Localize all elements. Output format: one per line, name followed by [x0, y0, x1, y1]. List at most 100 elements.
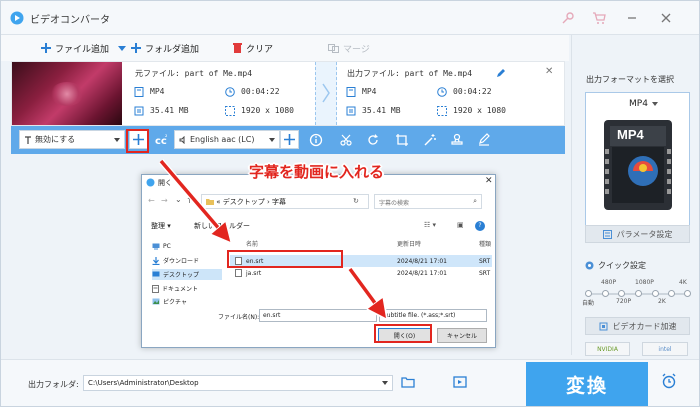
cart-icon[interactable]	[592, 11, 606, 25]
column-type[interactable]: 種類	[479, 239, 491, 248]
watermark-stamp-icon[interactable]	[450, 133, 464, 147]
clock-icon	[225, 87, 235, 97]
recent-chevron-icon[interactable]: ⌄	[175, 195, 182, 204]
output-folder-path: C:\Users\Administrator\Desktop	[88, 379, 199, 387]
subtitle-cc-icon[interactable]: cc²	[155, 133, 169, 147]
format-icon	[134, 87, 144, 97]
quality-2k: 2K	[658, 298, 666, 305]
slider-stop[interactable]	[602, 290, 609, 297]
remove-file-icon[interactable]: ✕	[545, 66, 553, 77]
instruction-callout: 字幕を動画に入れる	[249, 163, 385, 181]
nvidia-label: NVIDIA	[597, 345, 618, 353]
nav-item-downloads[interactable]: ダウンロード	[152, 255, 199, 266]
slider-stop[interactable]	[635, 290, 642, 297]
slider-stop[interactable]	[585, 290, 592, 297]
plus-icon	[41, 43, 51, 53]
browse-folder-icon[interactable]	[401, 376, 415, 388]
dialog-search-input[interactable]: 字幕の検索 ⌕	[374, 194, 482, 209]
highlight-add-subtitle	[126, 129, 149, 153]
output-format-selector[interactable]: MP4 MP4	[585, 92, 690, 240]
open-output-folder-icon[interactable]	[453, 376, 467, 388]
organize-menu[interactable]: 整理 ▾	[151, 221, 171, 231]
crop-icon[interactable]	[395, 133, 409, 147]
video-converter-window: ビデオコンバータ ファイル追加 フォルダ追加 クリア マージ 元ファイル: pa…	[0, 0, 700, 407]
gpu-acceleration-label: ビデオカード加速	[612, 321, 677, 331]
video-thumbnail[interactable]	[12, 62, 122, 125]
subtitle-edit-icon[interactable]	[477, 133, 491, 147]
nav-item-documents[interactable]: ドキュメント	[152, 283, 198, 294]
slider-stop[interactable]	[668, 290, 675, 297]
quality-slider[interactable]	[585, 290, 691, 297]
column-name[interactable]: 名前	[246, 239, 258, 248]
nav-item-desktop[interactable]: デスクトップ	[152, 269, 222, 280]
merge-button[interactable]: マージ	[328, 41, 370, 55]
edit-pencil-icon[interactable]	[496, 68, 506, 78]
slider-stop[interactable]	[652, 290, 659, 297]
help-icon[interactable]: ?	[475, 221, 485, 231]
view-menu-icon[interactable]: ☷ ▾	[424, 221, 436, 229]
src-resolution: 1920 x 1080	[241, 106, 294, 115]
out-format: MP4	[362, 87, 377, 96]
quick-settings-label: クイック設定	[598, 261, 646, 270]
alarm-clock-icon[interactable]	[661, 373, 677, 389]
output-format-label: 出力フォーマットを選択	[586, 75, 674, 84]
effects-wand-icon[interactable]	[423, 133, 437, 147]
merge-label: マージ	[343, 44, 370, 55]
out-resolution: 1920 x 1080	[453, 106, 506, 115]
slider-stop[interactable]	[684, 290, 691, 297]
convert-arrow-separator	[315, 62, 337, 125]
output-file-label: 出力ファイル: part of Me.mp4	[347, 69, 473, 78]
nav-item-pictures[interactable]: ピクチャ	[152, 296, 187, 307]
refresh-icon[interactable]: ↻	[353, 197, 359, 205]
clock-icon	[437, 87, 447, 97]
pc-icon	[152, 243, 160, 250]
source-file-label: 元ファイル: part of Me.mp4	[135, 69, 253, 78]
file-item[interactable]: 元ファイル: part of Me.mp4 MP4 00:04:22 35.41…	[11, 61, 565, 126]
nav-item-pc[interactable]: PC	[152, 241, 171, 252]
convert-button[interactable]: 変換	[526, 362, 648, 406]
back-arrow-icon[interactable]: ←	[148, 196, 155, 205]
format-icon	[346, 87, 356, 97]
dialog-close-icon[interactable]: ✕	[485, 176, 493, 186]
trash-icon	[233, 43, 242, 53]
chevron-down-icon	[652, 102, 658, 106]
address-breadcrumb[interactable]: « デスクトップ › 字幕	[201, 194, 369, 209]
filename-input[interactable]: en.srt	[259, 309, 377, 322]
resolution-icon	[225, 106, 235, 116]
nav-label: ダウンロード	[163, 258, 200, 265]
close-icon[interactable]	[659, 11, 673, 25]
audio-track-select[interactable]: English aac (LC)	[174, 130, 280, 149]
info-icon[interactable]	[309, 133, 323, 147]
nav-label: デスクトップ	[163, 272, 200, 279]
preview-pane-icon[interactable]: ▣	[457, 221, 464, 229]
forward-arrow-icon[interactable]: →	[161, 196, 168, 205]
settings-sliders-icon	[602, 229, 612, 239]
highlight-open-button	[374, 324, 432, 343]
edit-toolbar: 無効にする cc ² English aac (LC)	[11, 126, 565, 154]
column-date[interactable]: 更新日時	[397, 239, 421, 248]
parameter-settings-button[interactable]: パラメータ設定	[585, 225, 690, 243]
subtitle-select[interactable]: 無効にする	[19, 130, 125, 149]
desktop-icon	[152, 271, 160, 277]
add-audio-button[interactable]	[280, 130, 299, 149]
filename-value: en.srt	[263, 312, 281, 319]
rotate-icon[interactable]	[366, 133, 380, 147]
gpu-acceleration-button[interactable]: ビデオカード加速	[585, 317, 690, 335]
file-row[interactable]: ja.srt 2024/8/21 17:01 SRT	[230, 267, 492, 279]
cancel-button[interactable]: キャンセル	[437, 328, 487, 343]
add-folder-button[interactable]: フォルダ追加	[117, 41, 199, 55]
file-type-filter[interactable]: Subtitle file. (*.ass;*.srt)	[379, 309, 487, 322]
clear-button[interactable]: クリア	[233, 41, 273, 55]
format-value: MP4	[629, 99, 648, 109]
new-folder-button[interactable]: 新しいフォルダー	[194, 221, 250, 231]
scissors-icon[interactable]	[339, 133, 353, 147]
dialog-title: 開く	[158, 179, 172, 187]
minimize-icon[interactable]	[625, 11, 639, 25]
text-file-icon	[235, 269, 242, 277]
key-icon[interactable]	[561, 11, 575, 25]
slider-stop[interactable]	[618, 290, 625, 297]
output-folder-select[interactable]: C:\Users\Administrator\Desktop	[83, 375, 393, 391]
add-file-button[interactable]: ファイル追加	[41, 41, 109, 55]
up-arrow-icon[interactable]: ↑	[186, 196, 193, 205]
clear-label: クリア	[246, 44, 274, 55]
